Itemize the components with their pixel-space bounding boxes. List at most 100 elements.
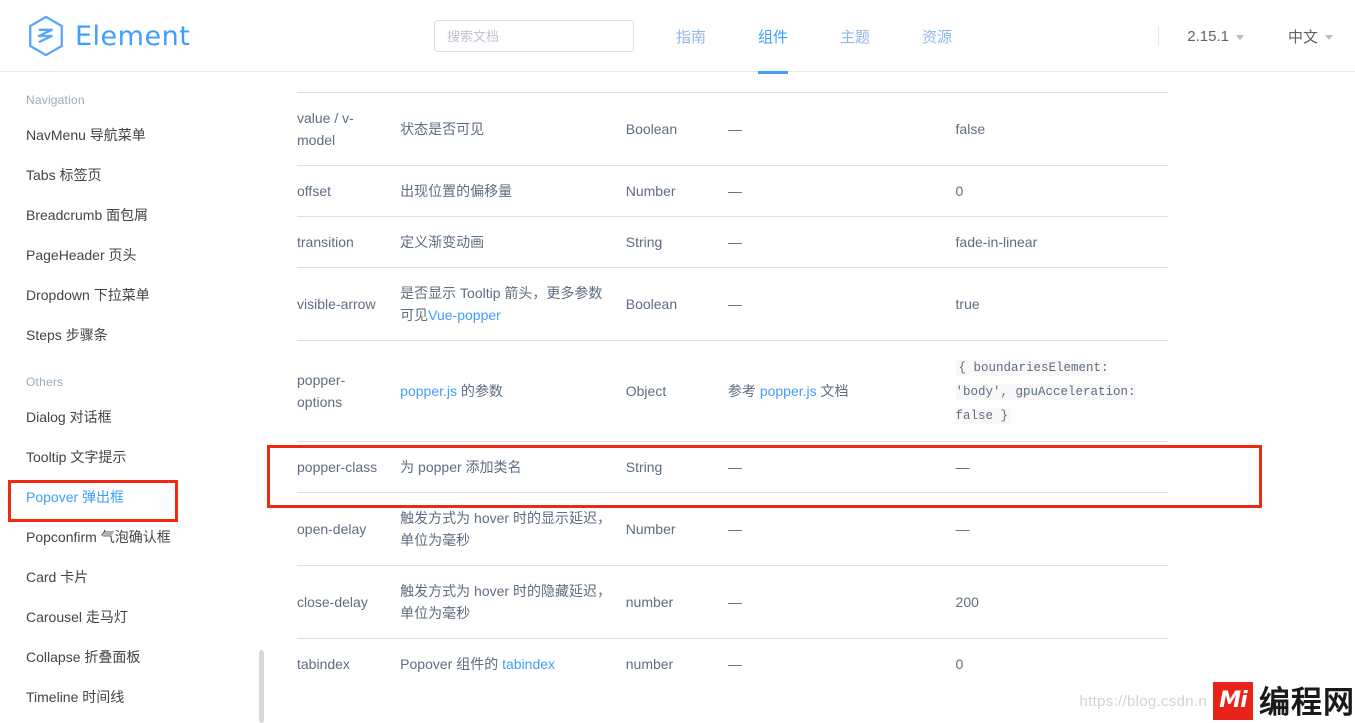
cell-default: false [955,121,986,137]
nav-item-theme[interactable]: 主题 [814,0,896,72]
default-code: { boundariesElement: 'body', gpuAccelera… [955,360,1136,424]
cell-description: 触发方式为 hover 时的显示延迟，单位为毫秒 [400,510,611,548]
cell-type: Number [625,521,676,537]
attributes-table: value / v-model 状态是否可见 Boolean — false o… [297,92,1168,689]
nav-item-components[interactable]: 组件 [732,0,814,72]
cell-param: value / v-model [297,110,354,148]
cell-description: 触发方式为 hover 时的隐藏延迟，单位为毫秒 [400,583,611,621]
sidebar-item-navmenu[interactable]: NavMenu 导航菜单 [0,115,266,155]
cell-type: String [625,459,663,475]
cell-description: 定义渐变动画 [400,234,485,250]
cell-param: popper-class [297,459,378,475]
table-row: popper-options popper.js 的参数 Object 参考 p… [297,340,1168,442]
cell-type: number [625,594,674,610]
cell-default: — [955,459,970,475]
table-row: open-delay 触发方式为 hover 时的显示延迟，单位为毫秒 Numb… [297,492,1168,566]
cell-param: close-delay [297,594,368,610]
sidebar-item-dialog[interactable]: Dialog 对话框 [0,397,266,437]
cell-param: transition [297,234,354,250]
language-label: 中文 [1287,28,1318,46]
header-right-controls: 2.15.1 中文 [1158,0,1355,72]
brand-name: Element [75,20,191,52]
cell-description: 是否显示 Tooltip 箭头，更多参数可见Vue-popper [400,268,626,341]
table-row: offset 出现位置的偏移量 Number — 0 [297,165,1168,217]
cell-param: open-delay [297,521,367,537]
vue-popper-link[interactable]: Vue-popper [428,307,501,323]
cell-default: { boundariesElement: 'body', gpuAccelera… [955,341,1168,442]
cell-accepted: — [727,183,742,199]
cell-param: visible-arrow [297,296,376,312]
desc-text: 的参数 [457,383,503,399]
accepted-text-post: 文档 [816,383,849,399]
table-row: value / v-model 状态是否可见 Boolean — false [297,92,1168,166]
brand-logo[interactable]: Element [26,15,190,57]
cell-default: 0 [955,183,964,199]
table-row: visible-arrow 是否显示 Tooltip 箭头，更多参数可见Vue-… [297,267,1168,341]
chevron-down-icon [1325,34,1333,40]
cell-default: 200 [955,594,979,610]
watermark-logo-icon: Mi [1213,681,1253,720]
table-row-popper-class: popper-class 为 popper 添加类名 String — — [297,441,1168,493]
cell-description: 出现位置的偏移量 [400,183,513,199]
accepted-text-pre: 参考 [727,383,760,399]
app-root: Element 指南 组件 主题 资源 2.15.1 中文 Navigation… [0,0,1355,723]
sidebar-scrollbar[interactable] [258,73,265,723]
cell-description: Popover 组件的 tabindex [400,639,626,690]
cell-type: Boolean [625,296,678,312]
watermark-brand: 编程网 [1259,685,1355,721]
site-header: Element 指南 组件 主题 资源 2.15.1 中文 [0,0,1355,72]
nav-item-resource[interactable]: 资源 [896,0,978,72]
sidebar-item-collapse[interactable]: Collapse 折叠面板 [0,637,266,677]
sidebar-item-pageheader[interactable]: PageHeader 页头 [0,235,266,275]
main-nav: 指南 组件 主题 资源 [650,0,978,72]
table-row: close-delay 触发方式为 hover 时的隐藏延迟，单位为毫秒 num… [297,565,1168,639]
cell-type: number [625,656,674,672]
sidebar-item-breadcrumb[interactable]: Breadcrumb 面包屑 [0,195,266,235]
header-divider [1158,26,1160,46]
watermark-url: https://blog.csdn.n [1079,693,1207,710]
sidebar-item-card[interactable]: Card 卡片 [0,557,266,597]
sidebar-item-carousel[interactable]: Carousel 走马灯 [0,597,266,637]
language-selector[interactable]: 中文 [1266,26,1355,47]
cell-accepted: — [727,296,742,312]
cell-type: Boolean [625,121,678,137]
cell-default: true [955,296,980,312]
search-input[interactable] [434,20,634,52]
cell-accepted: — [727,594,742,610]
main-content: value / v-model 状态是否可见 Boolean — false o… [266,73,1355,723]
cell-description: 状态是否可见 [400,121,485,137]
version-selector[interactable]: 2.15.1 [1165,28,1266,45]
watermark: https://blog.csdn.n Mi 编程网 [1080,678,1355,723]
cell-default: fade-in-linear [955,234,1038,250]
sidebar-item-timeline[interactable]: Timeline 时间线 [0,677,266,717]
popperjs-link[interactable]: popper.js [400,383,457,399]
cell-param: tabindex [297,656,350,672]
cell-type: Number [625,183,676,199]
cell-param: offset [297,183,331,199]
cell-accepted: — [727,234,742,250]
element-hexagon-logo-icon [26,15,66,57]
popperjs-doc-link[interactable]: popper.js [760,383,817,399]
cell-type: String [625,234,663,250]
cell-accepted: — [727,459,742,475]
sidebar-group-navigation: Navigation [26,93,85,107]
desc-text: Popover 组件的 [400,656,503,672]
sidebar-item-steps[interactable]: Steps 步骤条 [0,315,266,355]
cell-description: popper.js 的参数 [400,341,626,442]
nav-item-guide[interactable]: 指南 [650,0,732,72]
sidebar-nav[interactable]: Navigation NavMenu 导航菜单 Tabs 标签页 Breadcr… [0,73,266,723]
sidebar-scrollbar-thumb[interactable] [259,650,264,723]
chevron-down-icon [1235,34,1244,40]
cell-default: — [955,521,970,537]
tabindex-link[interactable]: tabindex [502,656,555,672]
sidebar-item-tooltip[interactable]: Tooltip 文字提示 [0,437,266,477]
table-row: tabindex Popover 组件的 tabindex number — 0 [297,638,1168,690]
sidebar-item-tabs[interactable]: Tabs 标签页 [0,155,266,195]
sidebar-item-popover[interactable]: Popover 弹出框 [0,477,266,517]
cell-description: 为 popper 添加类名 [400,459,522,475]
sidebar-item-popconfirm[interactable]: Popconfirm 气泡确认框 [0,517,266,557]
sidebar-item-dropdown[interactable]: Dropdown 下拉菜单 [0,275,266,315]
sidebar-group-others: Others [26,375,64,389]
cell-accepted: — [727,121,742,137]
version-label: 2.15.1 [1187,27,1229,45]
